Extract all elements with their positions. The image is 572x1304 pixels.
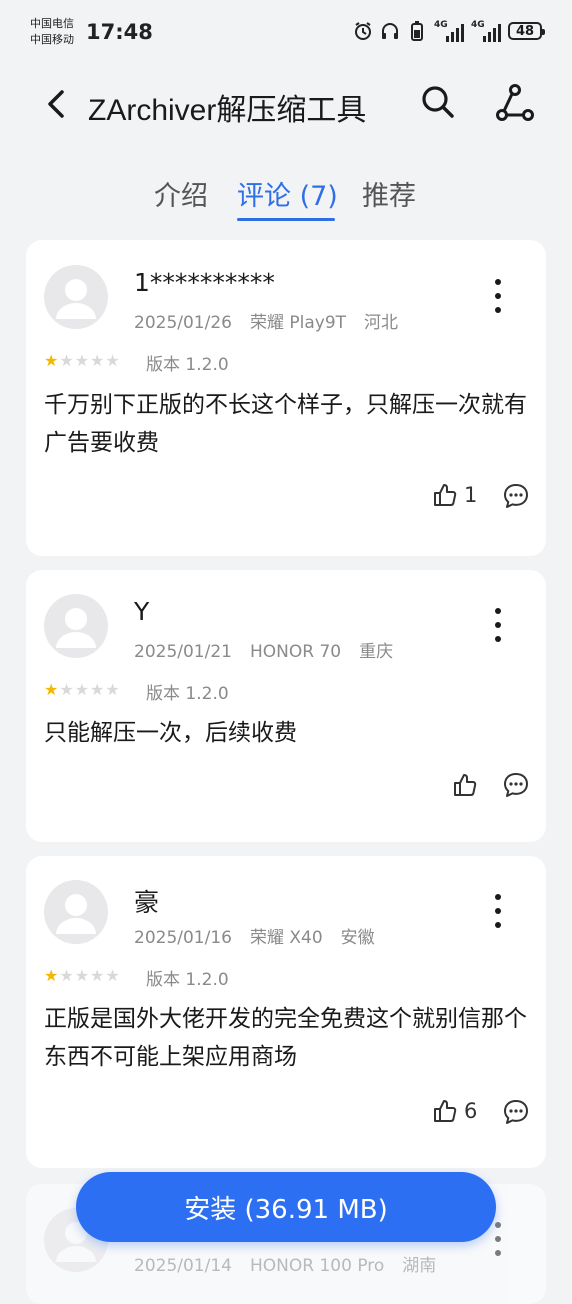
search-button[interactable] bbox=[418, 82, 458, 122]
comment-icon bbox=[504, 773, 528, 797]
back-button[interactable] bbox=[40, 84, 76, 124]
star-icon: ★ bbox=[90, 351, 105, 370]
review-username: Y bbox=[134, 597, 150, 626]
alarm-icon bbox=[353, 20, 373, 42]
review-card: Y 2025/01/21 HONOR 70 重庆 ★ ★ ★ ★ ★ 版本 1.2.0 只能… bbox=[26, 570, 546, 842]
review-text: 只能解压一次，后续收费 bbox=[44, 720, 297, 746]
comment-button[interactable] bbox=[502, 1098, 530, 1126]
battery-indicator: 48 bbox=[508, 22, 545, 40]
star-icon: ★ bbox=[59, 680, 74, 699]
active-tab-indicator bbox=[237, 218, 335, 221]
review-version: 版本 1.2.0 bbox=[146, 684, 229, 704]
carrier-1: 中国电信 bbox=[30, 17, 74, 30]
avatar bbox=[44, 880, 108, 944]
more-options-button[interactable] bbox=[486, 605, 510, 645]
comment-icon bbox=[504, 484, 528, 508]
review-card: 1********** 2025/01/26 荣耀 Play9T 河北 ★ ★ ★ ★ ★ … bbox=[26, 240, 546, 556]
star-rating: ★ ★ ★ ★ ★ bbox=[44, 681, 120, 699]
comment-icon bbox=[504, 1100, 528, 1124]
review-meta: 2025/01/14 HONOR 100 Pro 湖南 bbox=[134, 1251, 454, 1276]
review-date: 2025/01/21 bbox=[134, 642, 232, 662]
more-vertical-icon bbox=[495, 279, 501, 313]
star-icon: ★ bbox=[44, 966, 59, 985]
review-date: 2025/01/26 bbox=[134, 313, 232, 333]
carrier-info: 中国电信 中国移动 bbox=[30, 16, 74, 48]
clock: 17:48 bbox=[86, 20, 153, 44]
more-options-button[interactable] bbox=[486, 891, 510, 931]
star-icon: ★ bbox=[105, 680, 120, 699]
thumbs-up-icon bbox=[434, 1100, 457, 1122]
battery-saver-icon bbox=[407, 20, 427, 42]
signal-icon-2: 4G bbox=[471, 20, 501, 42]
share-button[interactable] bbox=[494, 82, 536, 124]
star-icon: ★ bbox=[74, 680, 90, 699]
review-region: 重庆 bbox=[359, 642, 394, 662]
user-avatar-icon bbox=[56, 608, 96, 648]
headphones-icon bbox=[380, 20, 400, 42]
star-icon: ★ bbox=[59, 351, 74, 370]
review-device: HONOR 70 bbox=[249, 642, 342, 662]
review-region: 湖南 bbox=[402, 1256, 437, 1276]
comment-button[interactable] bbox=[502, 482, 530, 510]
status-icons: 4G 4G 48 bbox=[353, 20, 545, 42]
like-button[interactable] bbox=[452, 772, 484, 798]
thumbs-up-icon bbox=[434, 484, 457, 506]
review-text: 千万别下正版的不长这个样子，只解压一次就有广告要收费 bbox=[44, 392, 527, 456]
tab-recommend[interactable]: 推荐 bbox=[362, 174, 416, 213]
comment-button[interactable] bbox=[502, 771, 530, 799]
more-options-button[interactable] bbox=[486, 276, 510, 316]
app-header: ZArchiver解压缩工具 bbox=[0, 72, 572, 136]
review-username: 1********** bbox=[134, 268, 275, 297]
signal-icon-1: 4G bbox=[434, 20, 464, 42]
more-vertical-icon bbox=[495, 894, 501, 928]
review-version: 版本 1.2.0 bbox=[146, 355, 229, 375]
star-rating: ★ ★ ★ ★ ★ bbox=[44, 352, 120, 370]
like-button[interactable]: 1 bbox=[432, 482, 477, 508]
status-bar: 中国电信 中国移动 17:48 4G 4G 48 bbox=[0, 0, 572, 64]
review-date: 2025/01/14 bbox=[134, 1256, 232, 1276]
star-rating: ★ ★ ★ ★ ★ bbox=[44, 967, 120, 985]
review-device: 荣耀 Play9T bbox=[249, 313, 347, 333]
review-device: HONOR 100 Pro bbox=[249, 1256, 385, 1276]
review-meta: 2025/01/26 荣耀 Play9T 河北 bbox=[134, 308, 416, 333]
install-button[interactable]: 安装 (36.91 MB) bbox=[76, 1172, 496, 1242]
star-icon: ★ bbox=[59, 966, 74, 985]
review-device: 荣耀 X40 bbox=[249, 928, 323, 948]
review-username: 豪 bbox=[134, 888, 160, 917]
like-button[interactable]: 6 bbox=[432, 1098, 477, 1124]
review-meta: 2025/01/21 HONOR 70 重庆 bbox=[134, 637, 411, 662]
thumbs-up-icon bbox=[454, 774, 477, 796]
more-vertical-icon bbox=[495, 608, 501, 642]
review-date: 2025/01/16 bbox=[134, 928, 232, 948]
page-title: ZArchiver解压缩工具 bbox=[88, 94, 367, 127]
star-icon: ★ bbox=[44, 351, 59, 370]
review-card: 豪 2025/01/16 荣耀 X40 安徽 ★ ★ ★ ★ ★ 版本 1.2.0 正版是国… bbox=[26, 856, 546, 1168]
user-avatar-icon bbox=[56, 894, 96, 934]
review-text: 正版是国外大佬开发的完全免费这个就别信那个东西不可能上架应用商场 bbox=[44, 1006, 527, 1070]
star-icon: ★ bbox=[90, 680, 105, 699]
tab-bar: 介绍 评论 (7) 推荐 bbox=[0, 170, 572, 230]
star-icon: ★ bbox=[44, 680, 59, 699]
like-count: 6 bbox=[464, 1099, 478, 1123]
carrier-2: 中国移动 bbox=[30, 33, 74, 46]
star-icon: ★ bbox=[105, 351, 120, 370]
user-avatar-icon bbox=[56, 279, 96, 319]
chevron-left-icon bbox=[48, 90, 64, 118]
share-icon bbox=[496, 84, 534, 121]
tab-intro[interactable]: 介绍 bbox=[154, 174, 208, 213]
star-icon: ★ bbox=[74, 351, 90, 370]
star-icon: ★ bbox=[105, 966, 120, 985]
review-meta: 2025/01/16 荣耀 X40 安徽 bbox=[134, 923, 393, 948]
star-icon: ★ bbox=[90, 966, 105, 985]
review-region: 河北 bbox=[364, 313, 399, 333]
tab-reviews[interactable]: 评论 (7) bbox=[237, 174, 338, 213]
avatar bbox=[44, 265, 108, 329]
star-icon: ★ bbox=[74, 966, 90, 985]
like-count: 1 bbox=[464, 483, 478, 507]
avatar bbox=[44, 594, 108, 658]
review-region: 安徽 bbox=[340, 928, 375, 948]
review-version: 版本 1.2.0 bbox=[146, 970, 229, 990]
search-icon bbox=[422, 86, 454, 118]
